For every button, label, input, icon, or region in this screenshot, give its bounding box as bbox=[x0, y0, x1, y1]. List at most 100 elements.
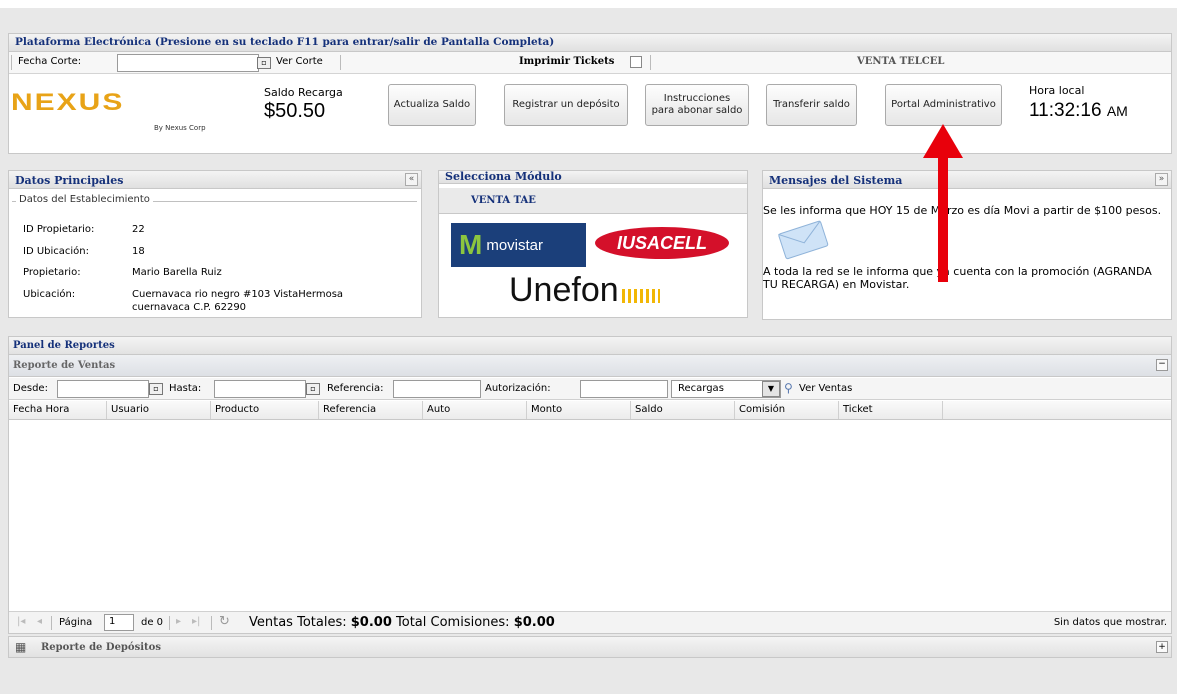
col-saldo[interactable]: Saldo bbox=[631, 401, 735, 419]
sin-datos-label: Sin datos que mostrar. bbox=[1053, 617, 1167, 628]
ventas-totales-label: Ventas Totales: bbox=[249, 615, 347, 630]
panel-reportes-header: Panel de Reportes bbox=[8, 336, 1172, 354]
datos-principales-panel: Datos Principales « Datos del Establecim… bbox=[8, 170, 422, 318]
nexus-logo: NEXUS bbox=[11, 89, 125, 116]
totales-summary: Ventas Totales: $0.00 Total Comisiones: … bbox=[249, 615, 555, 630]
registrar-deposito-button[interactable]: Registrar un depósito bbox=[504, 84, 628, 126]
calendar-icon[interactable]: ▫ bbox=[257, 57, 271, 69]
propietario-value: Mario Barella Ruiz bbox=[132, 267, 222, 278]
envelope-icon bbox=[778, 220, 829, 260]
reporte-ventas-title: Reporte de Ventas bbox=[13, 360, 116, 371]
instrucciones-line2: para abonar saldo bbox=[651, 105, 743, 116]
col-fecha-hora[interactable]: Fecha Hora bbox=[9, 401, 107, 419]
ubicacion-value: Cuernavaca rio negro #103 VistaHermosa bbox=[132, 289, 344, 300]
tab-venta-tae[interactable]: VENTA TAE bbox=[471, 195, 536, 206]
referencia-label: Referencia: bbox=[327, 383, 384, 394]
instrucciones-button[interactable]: Instrucciones para abonar saldo bbox=[645, 84, 749, 126]
unefon-dots-icon bbox=[621, 289, 660, 303]
col-usuario[interactable]: Usuario bbox=[107, 401, 211, 419]
iusacell-label: IUSACELL bbox=[617, 232, 707, 253]
grid-icon: ▦ bbox=[15, 640, 27, 654]
imprimir-tickets-checkbox[interactable] bbox=[630, 56, 642, 68]
datos-principales-title: Datos Principales bbox=[9, 171, 421, 189]
movistar-logo[interactable]: M movistar bbox=[451, 223, 586, 267]
movistar-label: movistar bbox=[486, 236, 544, 254]
first-page-icon[interactable]: |◂ bbox=[17, 616, 25, 627]
fecha-corte-input[interactable] bbox=[117, 54, 259, 72]
venta-telcel-label: VENTA TELCEL bbox=[857, 56, 945, 67]
header-panel: Plataforma Electrónica (Presione en su t… bbox=[8, 33, 1172, 154]
total-comisiones-label: Total Comisiones: bbox=[396, 615, 510, 630]
propietario-label: Propietario: bbox=[23, 267, 81, 278]
header-toolbar: Fecha Corte: ▫ Ver Corte Imprimir Ticket… bbox=[9, 52, 1171, 74]
id-ubicacion-label: ID Ubicación: bbox=[23, 246, 90, 257]
paging-toolbar: |◂ ◂ Página 1 de 0 ▸ ▸| ↻ Ventas Totales… bbox=[9, 611, 1171, 633]
col-auto[interactable]: Auto bbox=[423, 401, 527, 419]
iusacell-logo[interactable]: IUSACELL bbox=[595, 227, 729, 259]
autorizacion-input[interactable] bbox=[580, 380, 668, 398]
id-propietario-label: ID Propietario: bbox=[23, 224, 95, 235]
last-page-icon[interactable]: ▸| bbox=[192, 616, 200, 627]
search-icon[interactable]: ⚲ bbox=[784, 381, 793, 395]
instrucciones-line1: Instrucciones bbox=[663, 93, 731, 104]
clock-ampm: AM bbox=[1106, 103, 1128, 119]
selecciona-modulo-title: Selecciona Módulo bbox=[439, 171, 747, 184]
col-referencia[interactable]: Referencia bbox=[319, 401, 423, 419]
movistar-m-icon: M bbox=[459, 229, 483, 260]
fecha-corte-label: Fecha Corte: bbox=[18, 56, 82, 67]
header-title: Plataforma Electrónica (Presione en su t… bbox=[9, 34, 1171, 52]
prev-page-icon[interactable]: ◂ bbox=[37, 616, 42, 627]
autorizacion-label: Autorización: bbox=[485, 383, 551, 394]
collapse-minus-icon[interactable]: − bbox=[1156, 359, 1168, 371]
hasta-label: Hasta: bbox=[169, 383, 202, 394]
page-input[interactable]: 1 bbox=[104, 614, 134, 631]
arrow-head bbox=[923, 124, 963, 158]
ubicacion-value-2: cuernavaca C.P. 62290 bbox=[132, 302, 247, 313]
expand-icon[interactable]: » bbox=[1155, 173, 1168, 186]
reporte-ventas-panel: Reporte de Ventas − Desde: ▫ Hasta: ▫ Re… bbox=[8, 354, 1172, 634]
ver-corte-button[interactable]: Ver Corte bbox=[276, 56, 323, 67]
referencia-input[interactable] bbox=[393, 380, 481, 398]
page-input-value: 1 bbox=[109, 616, 116, 627]
selecciona-modulo-panel: Selecciona Módulo VENTA TAE M movistar I… bbox=[438, 170, 748, 318]
hasta-calendar-icon[interactable]: ▫ bbox=[306, 383, 320, 395]
top-strip bbox=[0, 0, 1177, 8]
id-ubicacion-value: 18 bbox=[132, 246, 145, 257]
ventas-filter-row: Desde: ▫ Hasta: ▫ Referencia: Autorizaci… bbox=[9, 378, 1171, 400]
de-label: de 0 bbox=[141, 617, 164, 628]
ventas-totales-value: $0.00 bbox=[350, 615, 392, 630]
unefon-logo[interactable]: Unefon bbox=[509, 267, 660, 307]
unefon-label: Unefon bbox=[509, 271, 619, 309]
tipo-select-value: Recargas bbox=[678, 383, 724, 394]
hasta-input[interactable] bbox=[214, 380, 306, 398]
col-producto[interactable]: Producto bbox=[211, 401, 319, 419]
ubicacion-label: Ubicación: bbox=[23, 289, 76, 300]
pagina-label: Página bbox=[59, 617, 93, 628]
ventas-table-body bbox=[9, 421, 1171, 607]
actualiza-saldo-button[interactable]: Actualiza Saldo bbox=[388, 84, 476, 126]
next-page-icon[interactable]: ▸ bbox=[176, 616, 181, 627]
col-ticket[interactable]: Ticket bbox=[839, 401, 943, 419]
id-propietario-value: 22 bbox=[132, 224, 145, 235]
saldo-recarga-label: Saldo Recarga bbox=[264, 86, 343, 99]
reporte-ventas-header: Reporte de Ventas − bbox=[9, 355, 1171, 377]
expand-plus-icon[interactable]: + bbox=[1156, 641, 1168, 653]
fieldset-legend: Datos del Establecimiento bbox=[16, 194, 153, 205]
ver-ventas-button[interactable]: Ver Ventas bbox=[799, 383, 852, 394]
ventas-table-header: Fecha Hora Usuario Producto Referencia A… bbox=[9, 401, 1171, 420]
hora-local-label: Hora local bbox=[1029, 84, 1085, 97]
refresh-icon[interactable]: ↻ bbox=[219, 614, 230, 629]
clock-time: 11:32:16 bbox=[1029, 100, 1102, 121]
collapse-icon[interactable]: « bbox=[405, 173, 418, 186]
clock-display: 11:32:16 AM bbox=[1029, 100, 1128, 122]
col-comision[interactable]: Comisión bbox=[735, 401, 839, 419]
col-monto[interactable]: Monto bbox=[527, 401, 631, 419]
desde-calendar-icon[interactable]: ▫ bbox=[149, 383, 163, 395]
desde-input[interactable] bbox=[57, 380, 149, 398]
reporte-depositos-header[interactable]: ▦ Reporte de Depósitos + bbox=[8, 636, 1172, 658]
desde-label: Desde: bbox=[13, 383, 48, 394]
saldo-recarga-value: $50.50 bbox=[264, 100, 326, 122]
transferir-saldo-button[interactable]: Transferir saldo bbox=[766, 84, 857, 126]
arrow-shaft bbox=[938, 150, 948, 282]
chevron-down-icon[interactable]: ▼ bbox=[762, 381, 780, 397]
